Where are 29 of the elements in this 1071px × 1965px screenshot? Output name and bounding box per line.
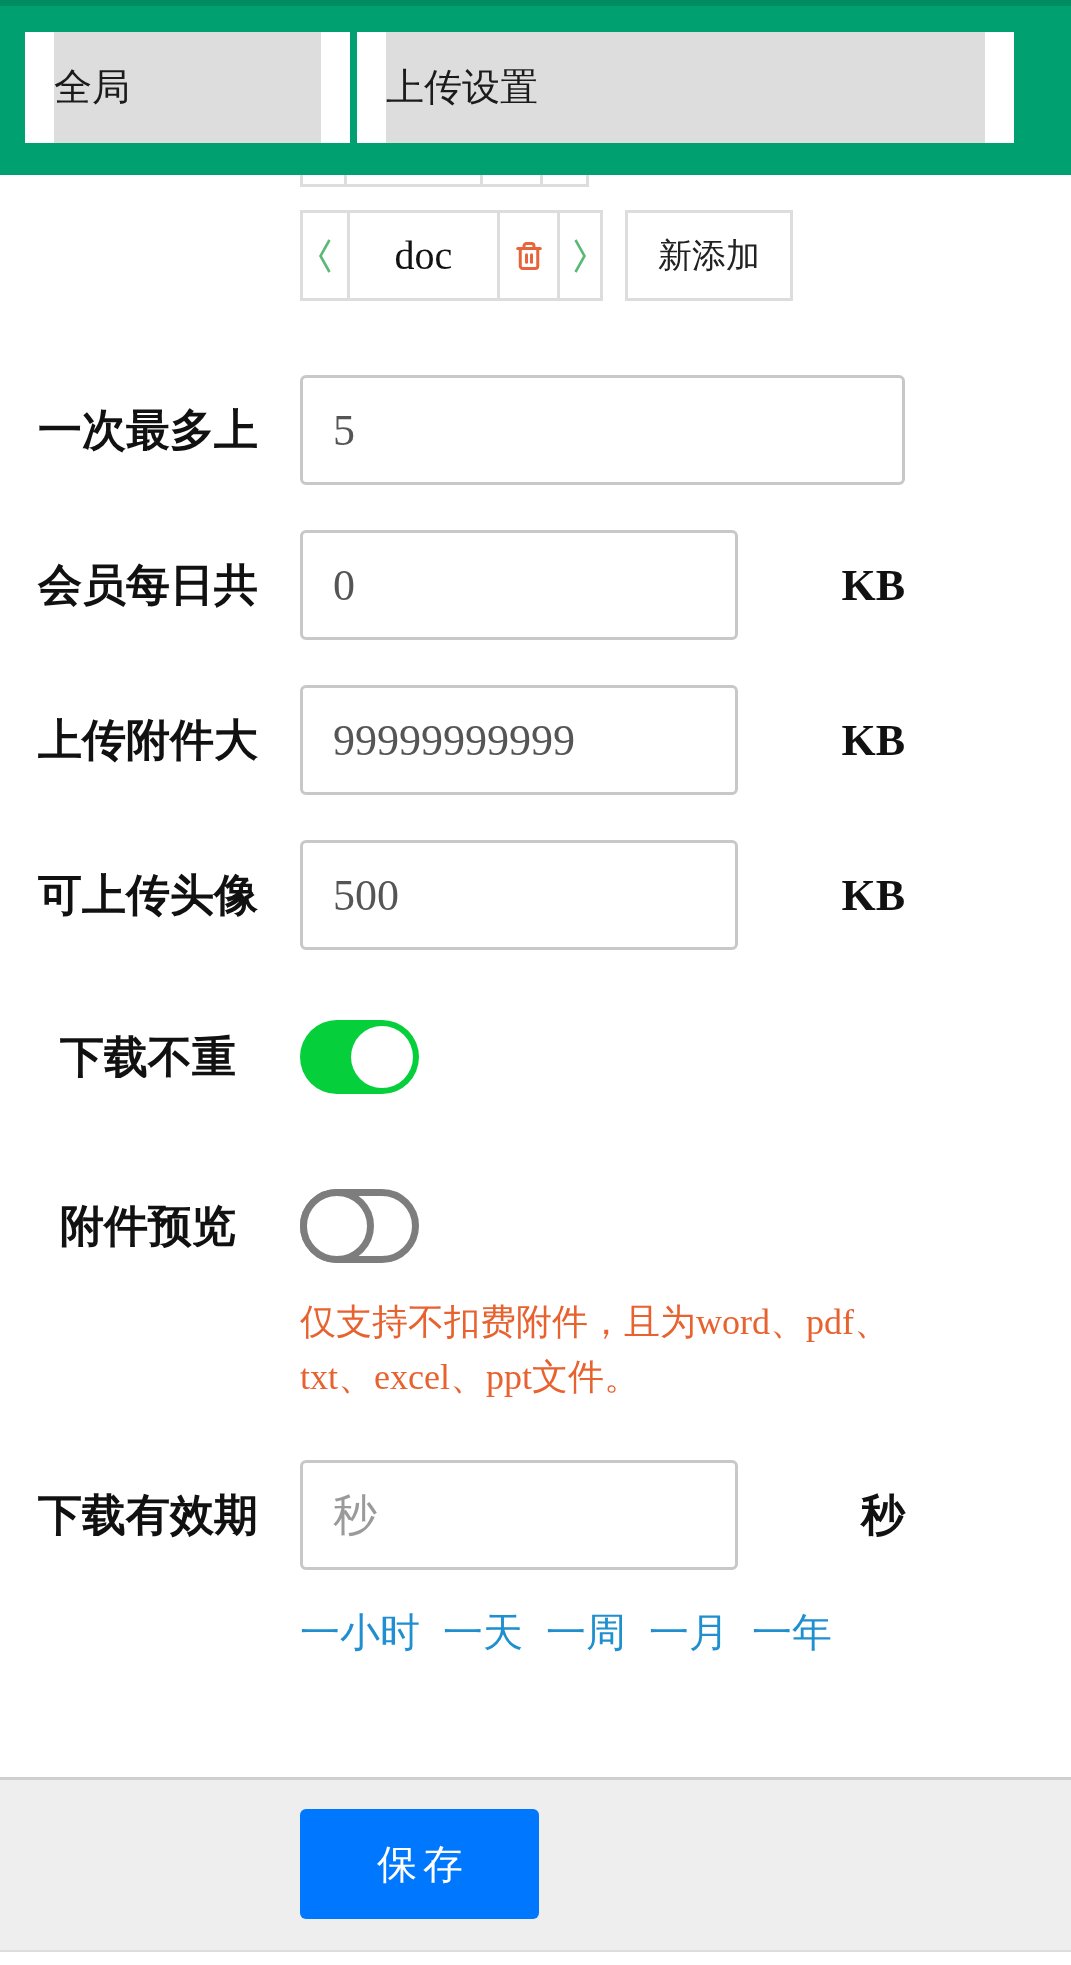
field-label: 可上传头像 [37, 868, 258, 921]
unit-label: KB [841, 559, 905, 611]
input-field[interactable]: 0 [300, 530, 738, 640]
input-field[interactable]: 99999999999 [300, 685, 738, 795]
save-button[interactable]: 保存 [300, 1809, 539, 1919]
category-select[interactable]: 全局 [25, 32, 350, 143]
field-label: 附件预览 [59, 1199, 236, 1252]
field-label: 下载有效期 [37, 1488, 258, 1541]
input-field[interactable]: 5 [300, 375, 905, 485]
quick-option-link[interactable]: 一小时 [300, 1610, 420, 1655]
quick-option-link[interactable]: 一周 [546, 1610, 626, 1655]
quick-option-link[interactable]: 一年 [752, 1610, 832, 1655]
field-label: 上传附件大 [37, 713, 258, 766]
trash-icon [513, 240, 544, 271]
category-select[interactable]: 上传设置 [357, 32, 1014, 143]
field-label: 会员每日共 [37, 558, 258, 611]
field-label: 一次最多上 [37, 403, 258, 456]
field-label: 下载不重 [59, 1030, 236, 1083]
add-button[interactable]: 新添加 [625, 210, 793, 301]
unit-label: KB [841, 714, 905, 766]
quick-option-link[interactable]: 一月 [649, 1610, 729, 1655]
hint-text: 仅支持不扣费附件，且为word、pdf、txt、excel、ppt文件。 [300, 1301, 891, 1399]
input-field[interactable]: 秒 [300, 1460, 738, 1570]
input-field[interactable]: 500 [300, 840, 738, 950]
unit-label: 秒 [861, 1489, 905, 1542]
chevron-left-icon [319, 238, 331, 273]
chevron-right-icon [574, 238, 586, 273]
unit-label: KB [841, 869, 905, 921]
quick-option-link[interactable]: 一天 [443, 1610, 523, 1655]
